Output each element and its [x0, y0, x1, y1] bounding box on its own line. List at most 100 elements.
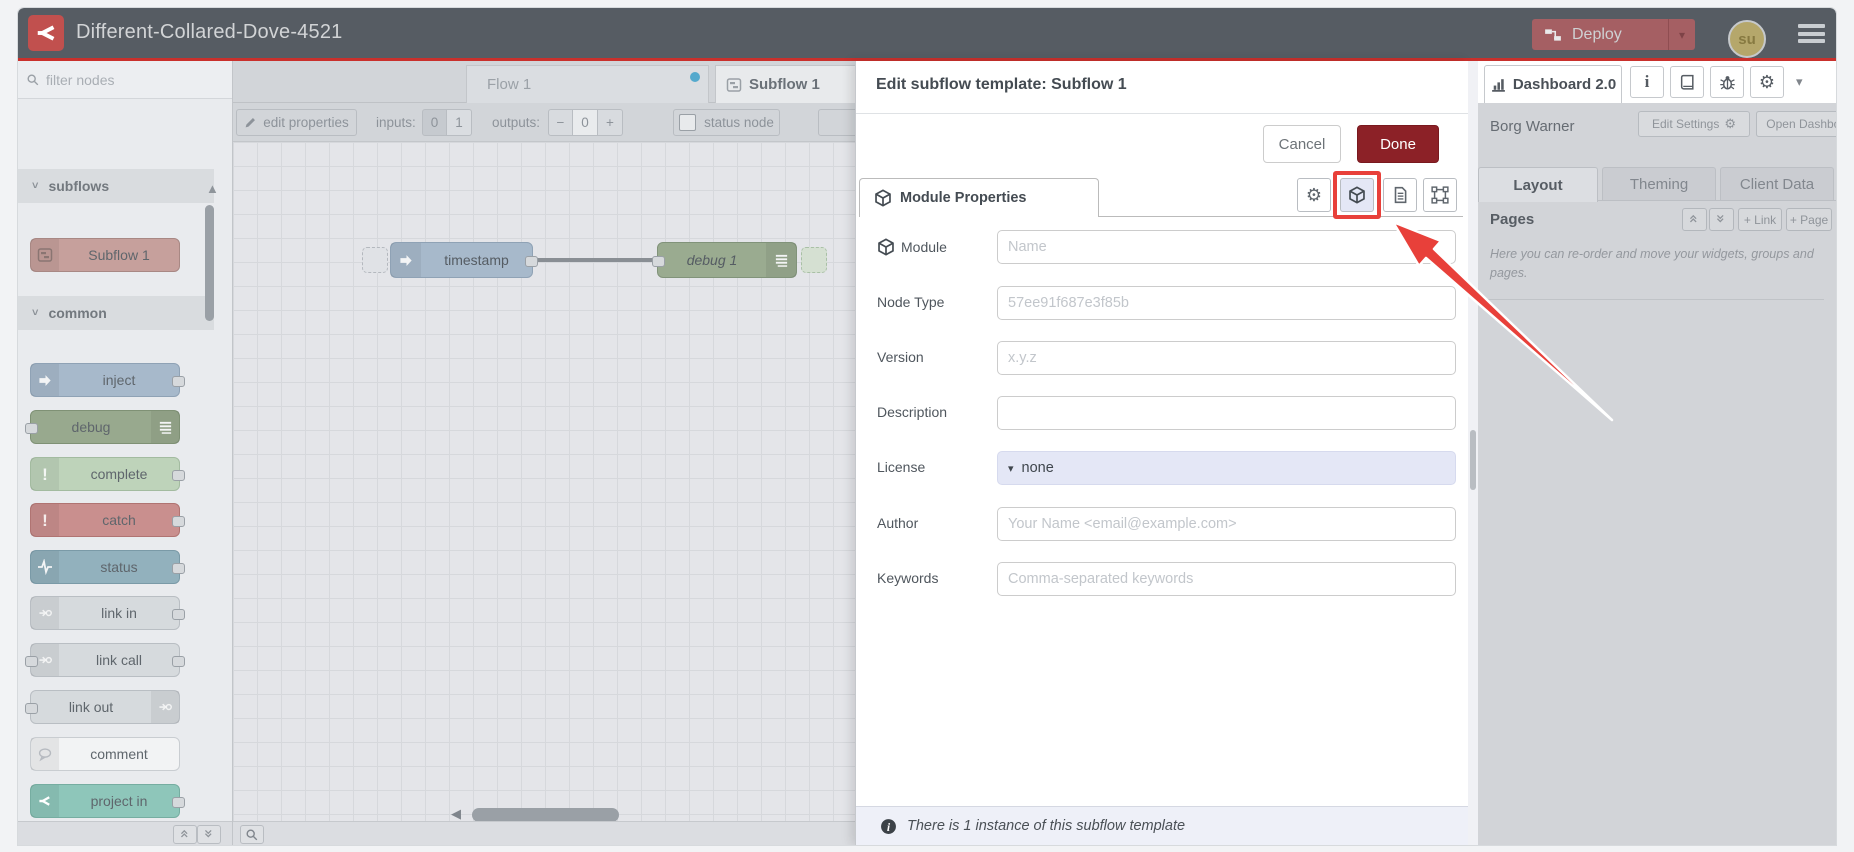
chevrons-up-icon [179, 828, 192, 841]
deploy-icon [1544, 26, 1562, 44]
outputs-cell-plus[interactable]: + [598, 109, 623, 136]
main-menu-icon[interactable] [1798, 24, 1825, 43]
sidebar-tab-layout[interactable]: Layout [1478, 167, 1598, 202]
pages-help-text: Here you can re-order and move your widg… [1490, 247, 1814, 281]
node-input-port[interactable] [652, 256, 665, 267]
palette-collapse-all-button[interactable] [173, 825, 197, 844]
dialog-tool-frame-button[interactable] [1423, 178, 1457, 212]
palette-scroll-up-icon[interactable]: ▲ [206, 181, 219, 196]
node-output-port[interactable] [172, 470, 185, 481]
outputs-cell-minus[interactable]: − [548, 109, 573, 136]
add-link-button[interactable]: + Link [1738, 208, 1782, 231]
palette-node-catch[interactable]: ! catch [30, 503, 185, 537]
palette-node-inject[interactable]: inject [30, 363, 185, 397]
node-input-port[interactable] [25, 423, 38, 434]
deploy-caret-icon[interactable]: ▾ [1669, 28, 1695, 42]
sidebar-book-button[interactable] [1670, 66, 1704, 98]
chevrons-down-icon [203, 828, 216, 841]
canvas-search-button[interactable] [240, 825, 264, 844]
palette-node-Subflow-1[interactable]: Subflow 1 [30, 238, 180, 272]
deploy-button[interactable]: Deploy ▾ [1532, 19, 1695, 50]
field-label: Description [877, 404, 948, 420]
palette-category-subflows[interactable]: ˅ subflows [18, 169, 214, 203]
open-dashboard-button[interactable]: Open Dashboard [1756, 111, 1836, 137]
node-output-port[interactable] [172, 656, 185, 667]
inject-arrow-icon [391, 243, 421, 277]
node-type-input[interactable] [997, 286, 1456, 320]
canvas-hscrollbar[interactable] [472, 808, 619, 822]
pulse-icon [31, 551, 59, 583]
palette-node-comment[interactable]: comment [30, 737, 180, 771]
sidebar-gear-button[interactable]: ⚙ [1750, 66, 1784, 98]
done-button[interactable]: Done [1357, 125, 1439, 163]
palette-node-label: catch [102, 512, 136, 528]
version-input[interactable] [997, 341, 1456, 375]
cancel-button[interactable]: Cancel [1263, 125, 1341, 163]
keywords-input[interactable] [997, 562, 1456, 596]
pages-move-up-button[interactable] [1682, 208, 1707, 231]
palette-filter[interactable]: filter nodes [18, 61, 232, 99]
canvas-node-timestamp[interactable]: timestamp [390, 242, 538, 278]
screenshot-stage: Different-Collared-Dove-4521 Deploy ▾ su… [0, 0, 1854, 852]
description-input[interactable] [997, 396, 1456, 430]
palette-scrollbar[interactable] [205, 205, 214, 321]
tab-dashboard-2[interactable]: Dashboard 2.0 [1484, 65, 1622, 103]
chevrons-down-icon [1715, 213, 1728, 226]
resize-grip[interactable] [1470, 430, 1476, 490]
palette-node-link-call[interactable]: link call [25, 643, 185, 677]
edit-settings-button[interactable]: Edit Settings ⚙ [1638, 111, 1750, 137]
palette-node-status[interactable]: status [30, 550, 185, 584]
node-output-port[interactable] [172, 376, 185, 387]
sidebar-bug-button[interactable] [1710, 66, 1744, 98]
form-row-description: Description [856, 396, 1468, 430]
user-avatar[interactable]: su [1728, 20, 1766, 58]
palette-expand-all-button[interactable] [197, 825, 221, 844]
sidebar-tab-client-data[interactable]: Client Data [1720, 167, 1834, 201]
node-input-port[interactable] [25, 656, 38, 667]
chevron-down-icon[interactable]: ▾ [1796, 74, 1803, 90]
chevron-down-icon: ˅ [32, 307, 39, 319]
palette-category-common[interactable]: ˅ common [18, 296, 214, 330]
subflow-input-stub[interactable] [362, 247, 388, 273]
tab-module-properties[interactable]: Module Properties [859, 178, 1099, 217]
nr-mark-icon [31, 785, 59, 817]
inputs-label: inputs: [376, 115, 416, 130]
subflow-output-stub[interactable] [801, 247, 827, 273]
palette-node-label: debug [71, 419, 111, 435]
status-node-toggle[interactable]: status node [673, 109, 780, 136]
status-node-checkbox[interactable] [679, 114, 697, 131]
edit-properties-button[interactable]: edit properties [236, 109, 357, 136]
workspace-title: Different-Collared-Dove-4521 [76, 21, 343, 43]
node-input-port[interactable] [25, 703, 38, 714]
node-output-port[interactable] [525, 256, 538, 267]
node-output-port[interactable] [172, 797, 185, 808]
palette-node-debug[interactable]: debug [25, 410, 180, 444]
node-output-port[interactable] [172, 563, 185, 574]
dialog-tool-gear-button[interactable]: ⚙ [1297, 178, 1331, 212]
dialog-tool-doc-button[interactable] [1383, 178, 1417, 212]
field-label: License [877, 459, 926, 475]
palette-node-link-in[interactable]: link in [30, 596, 185, 630]
module-input[interactable] [997, 230, 1456, 264]
inputs-cell-1[interactable]: 1 [447, 109, 472, 136]
pages-move-down-button[interactable] [1709, 208, 1734, 231]
flow-tab-Flow-1[interactable]: Flow 1 [466, 65, 709, 103]
node-output-port[interactable] [172, 516, 185, 527]
canvas-node-debug-1[interactable]: debug 1 [652, 242, 797, 278]
add-page-button[interactable]: + Page [1786, 208, 1832, 231]
pencil-icon [244, 116, 257, 129]
form-row-node-type: Node Type [856, 286, 1468, 320]
author-input[interactable] [997, 507, 1456, 541]
scroll-left-icon[interactable]: ◀ [451, 806, 461, 822]
sidebar-tab-theming[interactable]: Theming [1602, 167, 1716, 201]
palette-node-link-out[interactable]: link out [25, 690, 180, 724]
palette-node-complete[interactable]: ! complete [30, 457, 185, 491]
license-select[interactable]: ▾ none [997, 451, 1456, 485]
node-output-port[interactable] [172, 609, 185, 620]
palette-node-label: link in [101, 605, 137, 621]
inputs-cell-0[interactable]: 0 [422, 109, 447, 136]
outputs-cell-value[interactable]: 0 [573, 109, 598, 136]
sidebar-info-button[interactable]: i [1630, 66, 1664, 98]
status-node-label: status node [704, 115, 774, 130]
palette-node-project-in[interactable]: project in [30, 784, 185, 818]
